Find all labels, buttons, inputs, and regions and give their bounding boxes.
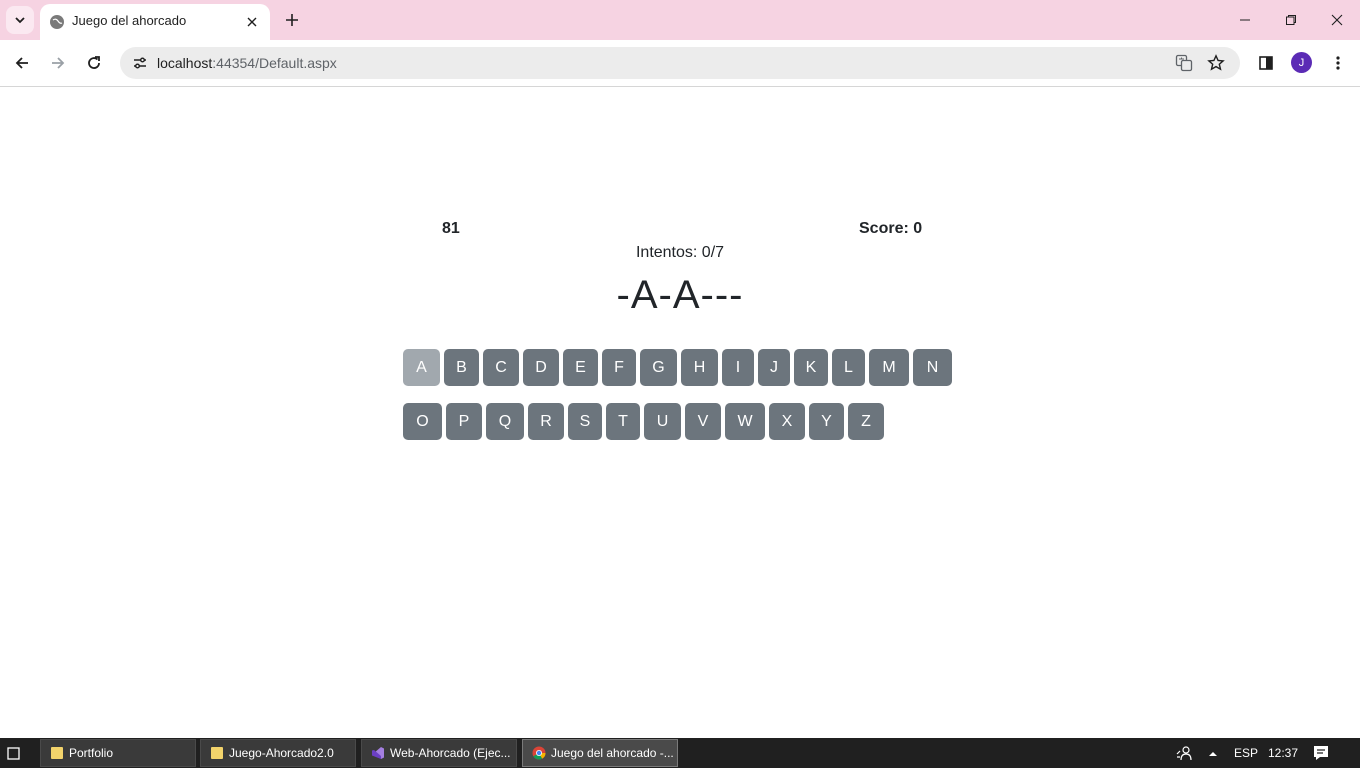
taskbar-item-label: Juego-Ahorcado2.0	[229, 746, 334, 760]
side-panel-button[interactable]	[1252, 49, 1280, 77]
close-icon	[247, 17, 257, 27]
arrow-left-icon	[15, 57, 28, 69]
letter-key-z[interactable]: Z	[848, 403, 884, 440]
notifications-button[interactable]	[1312, 744, 1330, 762]
plus-icon	[286, 14, 298, 26]
letter-key-w[interactable]: W	[725, 403, 765, 440]
letter-key-l[interactable]: L	[832, 349, 865, 386]
letter-key-a[interactable]: A	[403, 349, 440, 386]
tray-expand-button[interactable]	[1207, 747, 1219, 759]
translate-icon	[1175, 54, 1193, 72]
hidden-word: -A-A---	[616, 273, 744, 317]
letter-key-v[interactable]: V	[685, 403, 721, 440]
people-icon	[1176, 746, 1192, 761]
task-view-icon	[6, 746, 20, 760]
chrome-icon	[532, 746, 546, 760]
tune-icon	[134, 57, 146, 69]
star-icon	[1207, 54, 1225, 71]
reload-icon	[88, 56, 100, 69]
letter-key-n[interactable]: N	[913, 349, 952, 386]
restore-icon	[1286, 15, 1296, 25]
tab-strip: Juego del ahorcado	[0, 0, 1360, 40]
menu-button[interactable]	[1324, 49, 1352, 77]
taskbar-item-label: Portfolio	[69, 746, 114, 760]
page-content: 81 Score: 0 Intentos: 0/7 -A-A--- ABCDEF…	[0, 87, 1360, 738]
timer-label: 81	[442, 220, 460, 237]
attempts-label: Intentos: 0/7	[635, 244, 725, 261]
letter-key-k[interactable]: K	[794, 349, 828, 386]
score-label: Score: 0	[859, 220, 923, 237]
taskbar-item-portfolio[interactable]: Portfolio	[40, 739, 196, 767]
translate-button[interactable]	[1172, 51, 1196, 75]
url-text[interactable]: localhost:44354/Default.aspx	[157, 55, 337, 71]
chevron-up-icon	[1209, 752, 1217, 756]
letter-key-p[interactable]: P	[446, 403, 482, 440]
clock[interactable]: 12:37	[1268, 746, 1298, 760]
profile-avatar[interactable]: J	[1291, 52, 1312, 73]
chevron-down-icon	[15, 17, 25, 24]
task-view-button[interactable]	[5, 745, 21, 761]
forward-button[interactable]	[44, 49, 72, 77]
taskbar-item-juego-ahorcado[interactable]: Juego-Ahorcado2.0	[200, 739, 356, 767]
tab-close-button[interactable]	[242, 12, 262, 32]
bookmark-button[interactable]	[1204, 51, 1228, 75]
taskbar-item-label: Juego del ahorcado -...	[551, 746, 674, 760]
letter-key-o[interactable]: O	[403, 403, 442, 440]
letter-key-t[interactable]: T	[606, 403, 640, 440]
minimize-button[interactable]	[1222, 0, 1268, 40]
folder-icon	[51, 747, 63, 759]
taskbar-item-visual-studio[interactable]: Web-Ahorcado (Ejec...	[361, 739, 517, 767]
letter-key-s[interactable]: S	[568, 403, 602, 440]
taskbar-item-chrome[interactable]: Juego del ahorcado -...	[522, 739, 678, 767]
tab-title: Juego del ahorcado	[72, 13, 187, 28]
close-icon	[1331, 14, 1343, 26]
minimize-icon	[1240, 19, 1250, 21]
new-tab-button[interactable]	[278, 6, 306, 34]
letter-key-e[interactable]: E	[563, 349, 598, 386]
letter-key-b[interactable]: B	[444, 349, 479, 386]
letter-key-h[interactable]: H	[681, 349, 718, 386]
browser-tab[interactable]: Juego del ahorcado	[40, 4, 270, 40]
more-vert-icon	[1336, 56, 1340, 70]
letter-key-q[interactable]: Q	[486, 403, 524, 440]
url-path: :44354/Default.aspx	[212, 55, 337, 71]
folder-icon	[211, 747, 223, 759]
site-info-button[interactable]	[128, 51, 152, 75]
browser-toolbar: localhost:44354/Default.aspx J	[0, 40, 1360, 87]
people-button[interactable]	[1176, 745, 1192, 761]
letter-key-j[interactable]: J	[758, 349, 790, 386]
language-indicator[interactable]: ESP	[1234, 746, 1258, 760]
letter-key-r[interactable]: R	[528, 403, 564, 440]
visual-studio-icon	[372, 747, 384, 759]
close-window-button[interactable]	[1314, 0, 1360, 40]
arrow-right-icon	[52, 57, 65, 69]
letter-key-i[interactable]: I	[722, 349, 754, 386]
reload-button[interactable]	[80, 49, 108, 77]
letter-key-x[interactable]: X	[769, 403, 805, 440]
restore-button[interactable]	[1268, 0, 1314, 40]
keyboard-row-2: OPQRSTUVWXYZ	[403, 403, 888, 440]
letter-key-f[interactable]: F	[602, 349, 636, 386]
back-button[interactable]	[8, 49, 36, 77]
letter-key-y[interactable]: Y	[809, 403, 844, 440]
letter-key-u[interactable]: U	[644, 403, 681, 440]
side-panel-icon	[1259, 56, 1273, 70]
letter-key-c[interactable]: C	[483, 349, 519, 386]
letter-key-g[interactable]: G	[640, 349, 677, 386]
keyboard-row-1: ABCDEFGHIJKLMN	[403, 349, 956, 386]
letter-key-d[interactable]: D	[523, 349, 559, 386]
url-host: localhost	[157, 55, 213, 71]
taskbar-item-label: Web-Ahorcado (Ejec...	[390, 746, 511, 760]
letter-key-m[interactable]: M	[869, 349, 909, 386]
taskbar: Portfolio Juego-Ahorcado2.0 Web-Ahorcado…	[0, 738, 1360, 768]
globe-icon	[50, 15, 64, 29]
tab-search-button[interactable]	[6, 6, 34, 34]
notification-icon	[1314, 746, 1328, 760]
address-bar[interactable]: localhost:44354/Default.aspx	[120, 47, 1240, 79]
